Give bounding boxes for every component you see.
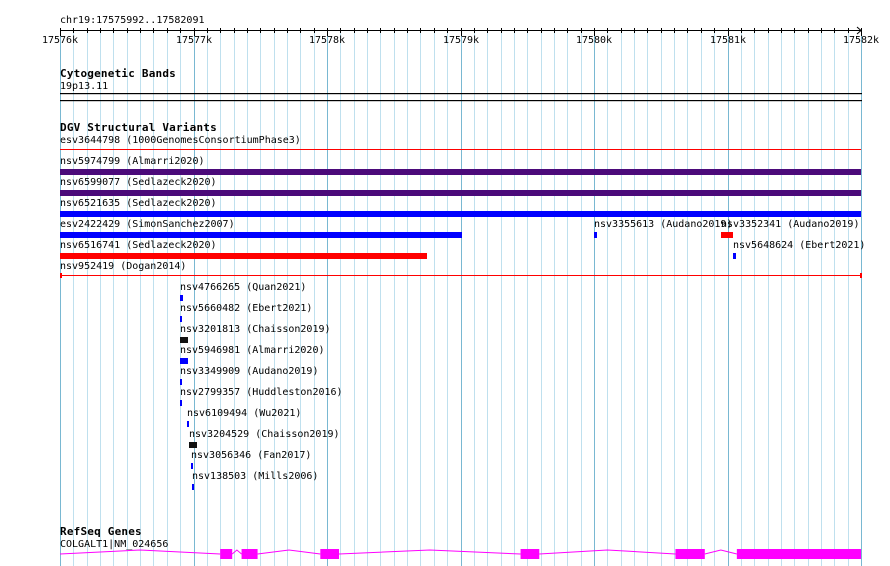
genome-browser: chr19:17575992..17582091 17576k 17577k 175… (0, 0, 890, 566)
intron-line (704, 549, 737, 555)
exon-block[interactable] (320, 549, 340, 559)
sv-feature-label[interactable]: nsv5974799 (Almarri2020) (60, 156, 205, 167)
sv-feature-bar[interactable] (180, 316, 182, 322)
sv-feature-label[interactable]: nsv5660482 (Ebert2021) (180, 303, 312, 314)
sv-feature-label[interactable]: nsv3201813 (Chaisson2019) (180, 324, 331, 335)
intron-line (257, 549, 321, 555)
sv-feature-label[interactable]: nsv3056346 (Fan2017) (191, 450, 311, 461)
sv-feature-label[interactable]: nsv4766265 (Quan2021) (180, 282, 306, 293)
intron-line (59, 549, 221, 555)
exon-block[interactable] (675, 549, 705, 559)
track-title-refseq: RefSeq Genes (60, 525, 142, 538)
exon-block[interactable] (520, 549, 540, 559)
sv-feature-bar[interactable] (60, 211, 861, 217)
sv-feature-bar[interactable] (60, 232, 462, 238)
sv-feature-label[interactable]: esv3644798 (1000GenomesConsortiumPhase3) (60, 135, 301, 146)
sv-feature-label[interactable]: nsv952419 (Dogan2014) (60, 261, 186, 272)
sv-feature-bar[interactable] (180, 337, 188, 343)
sv-feature-label[interactable]: esv2422429 (SimonSanchez2007) (60, 219, 235, 230)
track-title-cytobands: Cytogenetic Bands (60, 67, 176, 80)
sv-feature-bar[interactable] (594, 232, 597, 238)
ruler-tick-label: 17578k (308, 35, 346, 46)
sv-feature-label[interactable]: nsv5648624 (Ebert2021) (733, 240, 865, 251)
sv-feature-label[interactable]: nsv3355613 (Audano2019) (594, 219, 732, 230)
sv-feature-label[interactable]: nsv5946981 (Almarri2020) (180, 345, 325, 356)
sv-feature-bar[interactable] (189, 442, 197, 448)
gene-model[interactable] (0, 545, 890, 563)
sv-feature-bar[interactable] (60, 275, 861, 276)
ruler-and-grid (60, 26, 862, 566)
sv-feature-bar[interactable] (180, 295, 183, 301)
sv-feature-label[interactable]: nsv6599077 (Sedlazeck2020) (60, 177, 217, 188)
sv-feature-bar[interactable] (60, 149, 861, 150)
region-coordinates: chr19:17575992..17582091 (60, 15, 205, 26)
sv-feature-bar[interactable] (180, 400, 182, 406)
sv-feature-bar[interactable] (60, 190, 861, 196)
sv-feature-bar[interactable] (60, 169, 861, 175)
sv-feature-bar[interactable] (721, 232, 733, 238)
exon-block[interactable] (736, 549, 861, 559)
track-title-dgv: DGV Structural Variants (60, 121, 217, 134)
sv-feature-label[interactable]: nsv6516741 (Sedlazeck2020) (60, 240, 217, 251)
sv-feature-bar[interactable] (180, 379, 182, 385)
sv-feature-label[interactable]: nsv138503 (Mills2006) (192, 471, 318, 482)
sv-feature-label[interactable]: nsv3349909 (Audano2019) (180, 366, 318, 377)
sv-feature-bar[interactable] (192, 484, 194, 490)
intron-line (231, 549, 242, 555)
ruler-tick-label: 17580k (575, 35, 613, 46)
sv-feature-label[interactable]: nsv3352341 (Audano2019) (721, 219, 859, 230)
cytoband-label: 19p13.11 (60, 81, 109, 92)
exon-block[interactable] (241, 549, 258, 559)
cytoband-strip-top (60, 93, 862, 95)
ruler-tick-label: 17577k (175, 35, 213, 46)
intron-line (338, 549, 521, 555)
exon-block[interactable] (220, 549, 233, 559)
sv-feature-bar[interactable] (733, 253, 736, 259)
ruler-tick-label: 17581k (709, 35, 747, 46)
sv-feature-cap (60, 273, 62, 278)
sv-feature-label[interactable]: nsv2799357 (Huddleston2016) (180, 387, 343, 398)
sv-feature-bar[interactable] (180, 358, 188, 364)
sv-feature-cap (860, 273, 862, 278)
ruler-tick-label: 17579k (442, 35, 480, 46)
sv-feature-label[interactable]: nsv6109494 (Wu2021) (187, 408, 301, 419)
sv-feature-label[interactable]: nsv3204529 (Chaisson2019) (189, 429, 340, 440)
sv-feature-label[interactable]: nsv6521635 (Sedlazeck2020) (60, 198, 217, 209)
sv-feature-bar[interactable] (187, 421, 189, 427)
intron-line (539, 549, 676, 555)
ruler-tick-label: 17576k (41, 35, 79, 46)
ruler-tick-label: 17582k (842, 35, 880, 46)
cytoband-strip-bottom (60, 100, 862, 102)
sv-feature-bar[interactable] (191, 463, 193, 469)
sv-feature-bar[interactable] (60, 253, 427, 259)
